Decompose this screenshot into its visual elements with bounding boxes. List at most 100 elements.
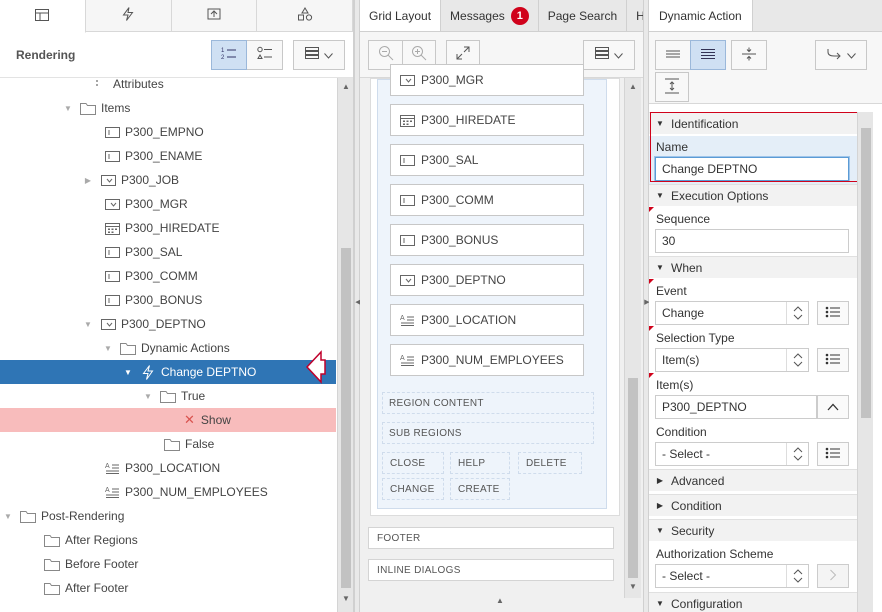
event-list-button[interactable] (817, 301, 849, 325)
grid-item[interactable]: P300_MGR (390, 64, 584, 96)
tab-page-search[interactable]: Page Search (539, 0, 628, 31)
configuration-group[interactable]: ▼ Configuration (649, 592, 857, 612)
text-field-icon (104, 125, 120, 139)
authorization-scheme-select[interactable]: - Select - (655, 564, 809, 588)
close-button-slot[interactable]: CLOSE (382, 452, 444, 474)
create-button-slot[interactable]: CREATE (450, 478, 510, 500)
tree-scroll-thumb[interactable] (341, 248, 351, 588)
grid-item-label: P300_DEPTNO (421, 273, 506, 287)
tree-node[interactable]: P300_EMPNO (0, 120, 336, 144)
scroll-down-icon[interactable]: ▼ (338, 594, 353, 603)
sequence-input[interactable]: 30 (655, 229, 849, 253)
grid-item[interactable]: A P300_LOCATION (390, 304, 584, 336)
scroll-up-icon[interactable]: ▲ (625, 82, 641, 91)
authorization-scheme-value: - Select - (662, 569, 711, 583)
condition-group[interactable]: ▶ Condition (649, 494, 857, 516)
display-menu-button[interactable] (293, 39, 345, 70)
tree-view-button[interactable]: 12 (211, 39, 247, 70)
tab-messages[interactable]: Messages 1 (441, 0, 539, 31)
property-scroll-thumb[interactable] (861, 128, 871, 418)
select-list-icon (399, 273, 415, 287)
tree-node[interactable]: ✕ Show (0, 408, 336, 432)
execution-options-group[interactable]: ▼ Execution Options (649, 184, 857, 206)
selection-type-select[interactable]: Item(s) (655, 348, 809, 372)
inline-dialogs-region[interactable]: INLINE DIALOGS (368, 559, 614, 581)
authorization-scheme-label: Authorization Scheme (656, 547, 774, 561)
tree-node[interactable]: A P300_LOCATION (0, 456, 336, 480)
grid-item[interactable]: P300_DEPTNO (390, 264, 584, 296)
dynamic-actions-tab[interactable] (86, 0, 172, 31)
tree-node-label: False (185, 437, 215, 451)
tree-node[interactable]: P300_COMM (0, 264, 336, 288)
tree-node[interactable]: P300_ENAME (0, 144, 336, 168)
rendering-panel: Rendering 12 Attributes ▼ Items P300_EMPNO P… (0, 0, 354, 612)
when-group[interactable]: ▼ When (649, 256, 857, 278)
tree-node[interactable]: A P300_NUM_EMPLOYEES (0, 480, 336, 504)
footer-region[interactable]: FOOTER (368, 527, 614, 549)
rendering-tab[interactable] (0, 0, 86, 33)
rendering-tree: Attributes ▼ Items P300_EMPNO P300_ENAME ▶ P30… (0, 78, 336, 612)
expand-toggle-icon[interactable]: ▼ (122, 368, 134, 377)
expand-toggle-icon[interactable]: ▼ (62, 104, 74, 113)
tree-node[interactable]: After Footer (0, 576, 336, 600)
items-input[interactable]: P300_DEPTNO (655, 395, 817, 419)
svg-text:A: A (105, 463, 110, 470)
delete-button-slot[interactable]: DELETE (518, 452, 582, 474)
authorization-go-button[interactable] (817, 564, 849, 588)
region-content-slot[interactable]: REGION CONTENT (382, 392, 594, 414)
tree-node[interactable]: After Regions (0, 528, 336, 552)
help-button-slot[interactable]: HELP (450, 452, 510, 474)
tree-node[interactable]: ▼ Items (0, 96, 336, 120)
tree-node[interactable]: Before Footer (0, 552, 336, 576)
tree-node[interactable]: Attributes (0, 78, 336, 96)
expand-toggle-icon[interactable]: ▼ (142, 392, 154, 401)
expand-toggle-icon[interactable]: ▼ (82, 320, 94, 329)
grid-item[interactable]: P300_SAL (390, 144, 584, 176)
tree-node[interactable]: P300_BONUS (0, 288, 336, 312)
change-button-slot[interactable]: CHANGE (382, 478, 444, 500)
scroll-up-icon[interactable]: ▲ (338, 82, 353, 91)
security-group[interactable]: ▼ Security (649, 519, 857, 541)
collapse-bottom-icon[interactable]: ▲ (492, 596, 508, 605)
tree-node[interactable]: P300_MGR (0, 192, 336, 216)
grid-item[interactable]: P300_COMM (390, 184, 584, 216)
tree-node[interactable]: ▼ Post-Rendering (0, 504, 336, 528)
tree-node-label: Before Footer (65, 557, 139, 571)
condition-select[interactable]: - Select - (655, 442, 809, 466)
grid-item[interactable]: P300_BONUS (390, 224, 584, 256)
tree-node[interactable]: ▼ Change DEPTNO (0, 360, 336, 384)
tree-node[interactable]: P300_SAL (0, 240, 336, 264)
tab-grid-layout[interactable]: Grid Layout (360, 0, 442, 31)
tree-node[interactable]: P300_HIREDATE (0, 216, 336, 240)
chevron-right-icon (829, 569, 837, 584)
component-view-button[interactable] (247, 39, 283, 70)
date-picker-icon (104, 221, 120, 235)
condition-list-button[interactable] (817, 442, 849, 466)
tree-node[interactable]: ▼ True (0, 384, 336, 408)
tree-node[interactable]: ▼ Dynamic Actions (0, 336, 336, 360)
grid-menu-button[interactable] (583, 39, 635, 70)
grid-scroll-thumb[interactable] (628, 378, 638, 578)
tree-scrollbar[interactable]: ▲ ▼ (337, 78, 353, 612)
advanced-group[interactable]: ▶ Advanced (649, 469, 857, 491)
select-arrows-icon (786, 302, 808, 324)
grid-scrollbar[interactable]: ▲ ▼ (624, 78, 641, 598)
event-select[interactable]: Change (655, 301, 809, 325)
tree-node[interactable]: False (0, 432, 336, 456)
tree-node[interactable]: ▶ P300_JOB (0, 168, 336, 192)
grid-item[interactable]: A P300_NUM_EMPLOYEES (390, 344, 584, 376)
scroll-down-icon[interactable]: ▼ (625, 582, 641, 591)
property-scrollbar[interactable] (857, 112, 873, 612)
expand-toggle-icon[interactable]: ▼ (102, 344, 114, 353)
grid-item[interactable]: P300_HIREDATE (390, 104, 584, 136)
shared-components-tab[interactable] (257, 0, 353, 31)
sub-regions-slot[interactable]: SUB REGIONS (382, 422, 594, 444)
expand-toggle-icon[interactable]: ▼ (2, 512, 14, 521)
items-collapse-button[interactable] (817, 395, 849, 419)
collapse-toggle-icon[interactable]: ▶ (82, 176, 94, 185)
processing-tab[interactable] (172, 0, 258, 31)
tree-node[interactable]: ▼ P300_DEPTNO (0, 312, 336, 336)
text-field-icon (399, 193, 415, 207)
tab-help[interactable]: H (627, 0, 643, 31)
selection-type-list-button[interactable] (817, 348, 849, 372)
